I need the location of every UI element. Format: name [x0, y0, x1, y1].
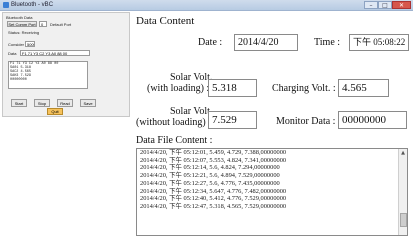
default-port-label: Default Port [50, 22, 72, 27]
scroll-thumb[interactable] [400, 213, 407, 227]
log-line: 2014/4/20, 下午 05:12:27, 5.6, 4.776, 7.43… [140, 179, 280, 187]
data-file-content-label: Data File Content : [136, 135, 213, 146]
log-line: 2014/4/20, 下午 05:12:01, 5.459, 4.729, 7.… [140, 149, 287, 156]
window-title: Bluetooth - vBC [11, 2, 54, 8]
set-comm-port-button[interactable]: Set Comm Port [7, 21, 37, 27]
received-line: 00000000 [10, 78, 27, 82]
start-button[interactable]: Start [11, 99, 27, 107]
consider-input[interactable]: 5000 [25, 41, 35, 47]
log-line: 2014/4/20, 下午 05:12:14, 5.6, 4.824, 7.29… [140, 164, 280, 172]
log-scrollbar[interactable]: ▲ [398, 149, 407, 235]
stop-button[interactable]: Stop [34, 99, 50, 107]
monitor-data-label: Monitor Data : [276, 116, 336, 127]
app-icon [3, 2, 9, 8]
status-text: Status: Receiving [8, 30, 40, 35]
bluetooth-group-label: Bluetooth Data [6, 15, 33, 20]
log-line: 2014/4/20, 下午 05:12:47, 5.318, 4.565, 7.… [140, 202, 287, 210]
data-input[interactable]: F1 71 Y3 C2 Y3 A0 88 00 [20, 50, 90, 56]
solar-volt-loading-sublabel: (with loading) : [147, 83, 210, 94]
save-button[interactable]: Save [80, 99, 96, 107]
date-label: Date : [198, 37, 223, 48]
solar-volt-noload-sublabel: (without loading) : [136, 117, 211, 128]
control-panel: Bluetooth Data Set Comm Port 0 Default P… [2, 12, 130, 117]
title-bar: Bluetooth - vBC – □ ✕ [0, 0, 413, 11]
solar-volt-loading-label: Solar Volt. [170, 72, 213, 83]
maximize-button[interactable]: □ [378, 1, 392, 9]
minimize-button[interactable]: – [364, 1, 378, 9]
date-field[interactable]: 2014/4/20 [234, 34, 298, 51]
quit-button[interactable]: Quit [47, 108, 63, 115]
solar-volt-loading-field[interactable]: 5.318 [208, 79, 257, 97]
data-label: Data [8, 51, 17, 56]
scroll-up-icon[interactable]: ▲ [399, 149, 407, 157]
charging-volt-label: Charging Volt. : [272, 83, 336, 94]
port-input[interactable]: 0 [39, 21, 47, 27]
data-content-title: Data Content [136, 15, 195, 27]
log-line: 2014/4/20, 下午 05:12:21, 5.6, 4.894, 7.52… [140, 172, 280, 180]
time-field[interactable]: 下午 05:08:22 [349, 34, 409, 51]
time-label: Time : [314, 37, 341, 48]
log-line: 2014/4/20, 下午 05:12:40, 5.412, 4.776, 7.… [140, 195, 287, 203]
consider-label: Consider [8, 42, 25, 47]
solar-volt-noload-label: Solar Volt. [170, 106, 213, 117]
monitor-data-field[interactable]: 00000000 [338, 111, 407, 129]
solar-volt-noload-field[interactable]: 7.529 [208, 111, 257, 129]
received-data-box[interactable]: F1 71 Y3 C2 Y3 A0 88 00 SA01 5.318 SAC2 … [8, 61, 88, 89]
read-button[interactable]: Read [57, 99, 73, 107]
data-file-content-box[interactable]: 2014/4/20, 下午 05:12:01, 5.459, 4.729, 7.… [136, 148, 408, 236]
close-button[interactable]: ✕ [392, 1, 411, 9]
charging-volt-field[interactable]: 4.565 [338, 79, 389, 97]
